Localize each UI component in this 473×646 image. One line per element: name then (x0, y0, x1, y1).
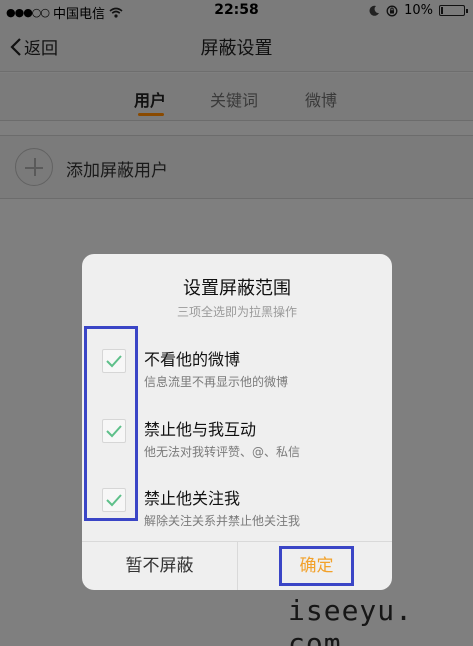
status-right: 10% (369, 3, 468, 18)
tab-keywords[interactable]: 关键词 (210, 87, 258, 111)
moon-icon (369, 5, 380, 16)
option-label: 禁止他关注我 (144, 489, 241, 508)
dialog-subtitle: 三项全选即为拉黑操作 (176, 305, 297, 319)
tab-users[interactable]: 用户 (134, 87, 166, 111)
tab-bar: 用户 关键词 微博 (0, 73, 473, 121)
status-bar: ●●●○○ 中国电信 22:58 10% (0, 0, 473, 22)
tab-weibo[interactable]: 微博 (305, 87, 337, 111)
battery-percent: 10% (404, 3, 433, 18)
option-description: 解除关注关系并禁止他关注我 (144, 514, 301, 528)
nav-bar: 返回 屏蔽设置 (0, 22, 473, 72)
option-description: 信息流里不再显示他的微博 (144, 375, 289, 389)
dialog-button-row: 暂不屏蔽 确定 (82, 541, 392, 590)
add-blocked-user-label: 添加屏蔽用户 (66, 161, 168, 181)
option-label: 不看他的微博 (144, 350, 241, 369)
page-title: 屏蔽设置 (200, 38, 273, 59)
dialog-title: 设置屏蔽范围 (183, 278, 291, 299)
option-label: 禁止他与我互动 (144, 420, 257, 439)
cancel-button[interactable]: 暂不屏蔽 (82, 542, 237, 590)
button-divider (237, 542, 238, 590)
confirm-button[interactable]: 确定 (279, 546, 354, 586)
checkbox-annotation-box (84, 326, 138, 521)
rotation-lock-icon (386, 5, 398, 16)
watermark: iseeyu. com (288, 594, 414, 646)
active-tab-indicator (138, 113, 164, 116)
plus-icon (15, 148, 53, 186)
option-description: 他无法对我转评赞、@、私信 (144, 445, 301, 459)
block-scope-dialog: 设置屏蔽范围 三项全选即为拉黑操作 不看他的微博 信息流里不再显示他的微博 禁止… (82, 254, 392, 590)
battery-fill (441, 7, 443, 14)
add-blocked-user-row[interactable]: 添加屏蔽用户 (0, 135, 473, 199)
battery-icon (439, 5, 468, 16)
